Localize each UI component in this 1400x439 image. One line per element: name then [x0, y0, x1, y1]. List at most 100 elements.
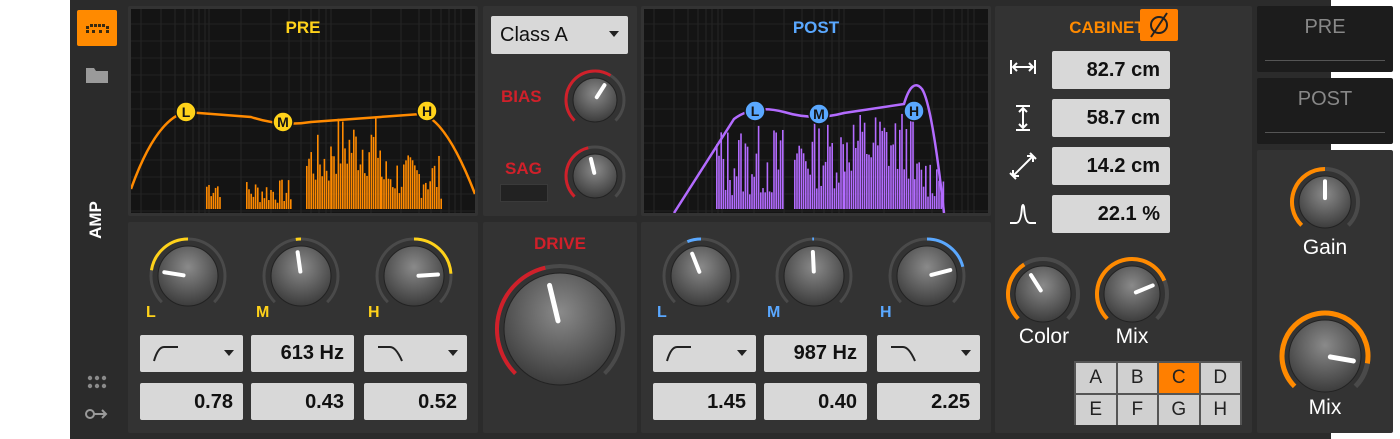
eq-node-l[interactable]: L — [175, 101, 197, 123]
cabinet-slot-f[interactable]: F — [1117, 395, 1157, 425]
amp-model-dropdown[interactable]: Class A — [491, 16, 628, 54]
spectrum-bar — [368, 152, 370, 209]
cabinet-slot-g[interactable]: G — [1159, 395, 1199, 425]
post-meter-slot[interactable]: POST — [1257, 78, 1393, 144]
spectrum-bar — [777, 169, 780, 209]
gain-knob[interactable] — [1289, 166, 1361, 243]
eq-node-m[interactable]: M — [272, 111, 294, 133]
cabinet-slot-a[interactable]: A — [1076, 363, 1116, 393]
phase-invert-icon[interactable] — [1140, 9, 1178, 41]
post-mid-knob[interactable] — [774, 236, 854, 321]
spectrum-bar — [718, 155, 720, 209]
post-high-shape-dropdown[interactable] — [877, 335, 980, 372]
spectrum-bar — [811, 141, 814, 209]
spectrum-bar — [802, 153, 805, 209]
post-high-knob[interactable] — [887, 236, 967, 321]
device-icon[interactable] — [77, 10, 117, 46]
drive-knob[interactable] — [494, 263, 626, 400]
spectrum-bar — [798, 145, 800, 209]
sag-knob[interactable] — [563, 144, 627, 213]
spectrum-bar — [323, 158, 326, 209]
pre-low-shape-dropdown[interactable] — [140, 335, 243, 372]
post-low-shape-dropdown[interactable] — [653, 335, 756, 372]
spectrum-bar — [263, 198, 266, 209]
pre-mid-q-field[interactable]: 0.43 — [251, 383, 354, 420]
spectrum-bar — [433, 165, 436, 209]
cabinet-slot-d[interactable]: D — [1200, 363, 1240, 393]
spectrum-bar — [440, 198, 442, 209]
spectrum-bar — [762, 188, 764, 209]
spectrum-bar — [816, 188, 818, 209]
spectrum-bar — [912, 112, 914, 209]
spectrum-bar — [272, 191, 274, 209]
spectrum-bar — [392, 187, 394, 209]
spectrum-bar — [766, 162, 769, 209]
spectrum-bar — [914, 179, 916, 209]
pre-meter-label: PRE — [1304, 16, 1346, 38]
cabinet-slot-e[interactable]: E — [1076, 395, 1116, 425]
grid-dots-icon[interactable] — [86, 373, 108, 393]
pre-high-knob[interactable] — [374, 236, 454, 321]
spectrum-bar — [727, 132, 729, 209]
spectrum-bar — [742, 191, 744, 209]
cabinet-width-field[interactable]: 82.7 cm — [1052, 51, 1170, 89]
spectrum-bar — [355, 136, 357, 209]
pre-meter-slot[interactable]: PRE — [1257, 6, 1393, 72]
pre-freq-field[interactable]: 613 Hz — [251, 335, 354, 372]
cabinet-slot-c[interactable]: C — [1159, 363, 1199, 393]
spectrum-bar — [219, 197, 221, 209]
post-low-knob[interactable] — [661, 236, 741, 321]
eq-node-m[interactable]: M — [808, 103, 830, 125]
eq-node-h[interactable]: H — [903, 100, 925, 122]
output-mix-knob[interactable] — [1279, 310, 1371, 407]
folder-icon[interactable] — [84, 64, 110, 86]
pre-low-knob[interactable] — [148, 236, 228, 321]
spectrum-bar — [910, 117, 912, 209]
spectrum-bar — [331, 156, 333, 209]
spectrum-bar — [720, 132, 722, 209]
spectrum-bar — [731, 195, 733, 209]
spectrum-bar — [416, 170, 418, 209]
width-icon — [1008, 54, 1038, 80]
pre-mid-knob[interactable] — [261, 236, 341, 321]
pre-controls-panel: L M H 613 Hz 0.78 0.43 0.52 — [128, 222, 478, 433]
spectrum-bar — [321, 176, 323, 209]
post-mid-q-field[interactable]: 0.40 — [764, 383, 867, 420]
svg-text:M: M — [813, 106, 825, 122]
pre-high-q-field[interactable]: 0.52 — [364, 383, 467, 420]
svg-text:M: M — [277, 114, 289, 130]
cabinet-slot-h[interactable]: H — [1200, 395, 1240, 425]
spectrum-bar — [805, 161, 807, 209]
pre-eq-display[interactable]: LMH — [131, 9, 475, 213]
post-eq-display[interactable]: LMH — [644, 9, 988, 213]
eq-node-h[interactable]: H — [416, 100, 438, 122]
spectrum-bar — [829, 146, 831, 209]
post-low-q-field[interactable]: 1.45 — [653, 383, 756, 420]
cabinet-slot-b[interactable]: B — [1117, 363, 1157, 393]
spectrum-bar — [206, 186, 208, 209]
spectrum-bar — [929, 164, 931, 209]
eq-node-l[interactable]: L — [744, 100, 766, 122]
bias-knob[interactable] — [563, 68, 627, 137]
spectrum-bar — [866, 154, 868, 209]
pre-high-shape-dropdown[interactable] — [364, 335, 467, 372]
pre-eq-panel: L M H PRE — [128, 6, 478, 216]
post-freq-field[interactable]: 987 Hz — [764, 335, 867, 372]
spectrum-bar — [375, 116, 377, 209]
routing-icon[interactable] — [84, 405, 110, 423]
cabinet-height-field[interactable]: 58.7 cm — [1052, 99, 1170, 137]
knob-pointer — [295, 250, 303, 274]
cabinet-depth-field[interactable]: 14.2 cm — [1052, 147, 1170, 185]
spectrum-bar — [838, 182, 840, 209]
spectrum-bar — [729, 180, 731, 209]
spectrum-bar — [771, 192, 773, 209]
spectrum-bar — [254, 184, 257, 209]
cabinet-resonance-field[interactable]: 22.1 % — [1052, 195, 1170, 233]
spectrum-bar — [276, 202, 279, 209]
spectrum-bar — [918, 162, 920, 209]
post-high-q-field[interactable]: 2.25 — [877, 383, 980, 420]
spectrum-bar — [427, 189, 429, 209]
spectrum-bar — [827, 124, 829, 209]
bias-label: BIAS — [501, 87, 542, 106]
pre-low-q-field[interactable]: 0.78 — [140, 383, 243, 420]
